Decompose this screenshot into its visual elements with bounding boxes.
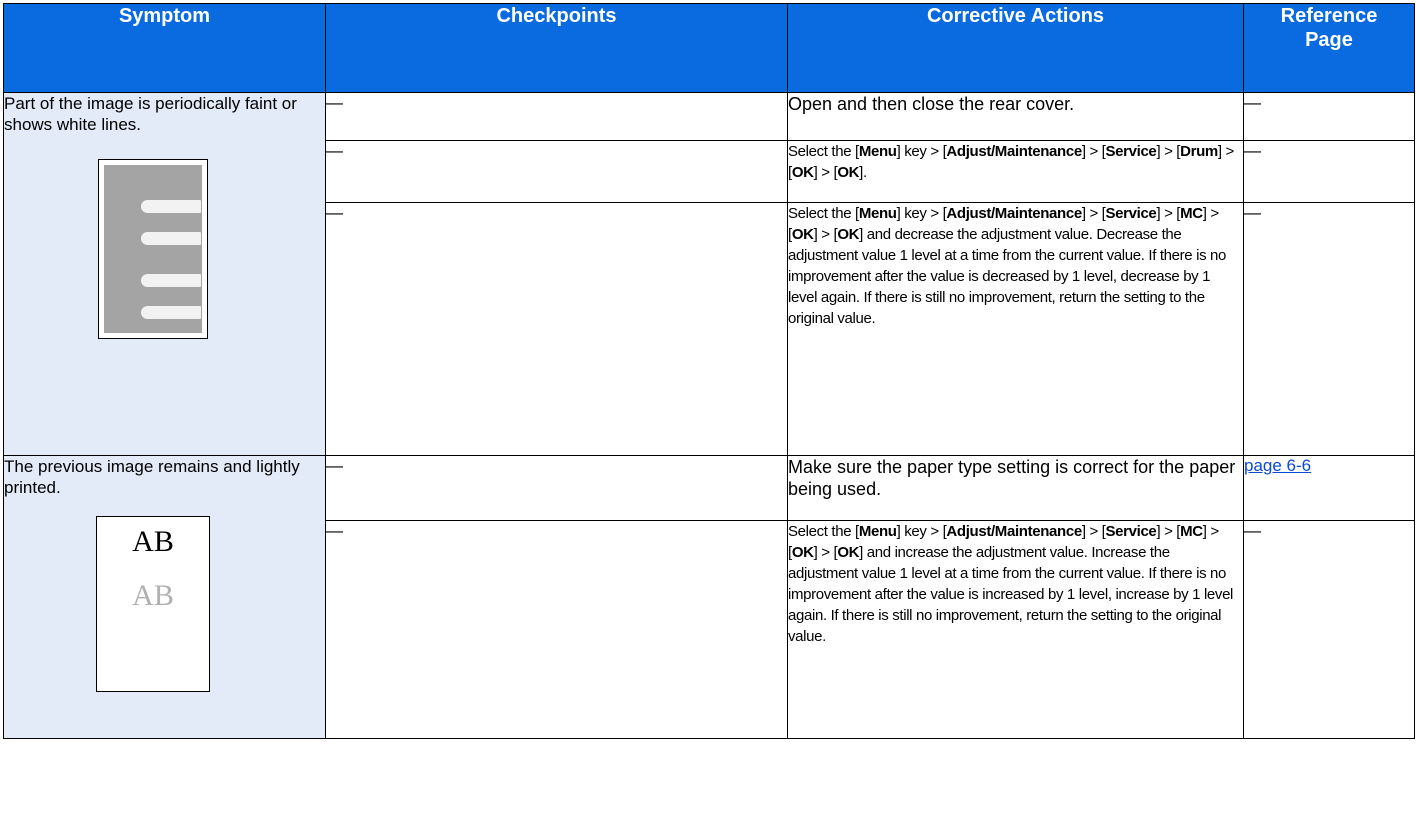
action-text-part: ] > [ [1081, 523, 1106, 540]
service-label: Service [1105, 523, 1157, 540]
action-text-part: ] > [ [1081, 143, 1106, 160]
action-cell: Select the [Menu] key > [Adjust/Maintena… [787, 520, 1244, 739]
mc-label: MC [1180, 523, 1203, 540]
menu-key-label: Menu [858, 205, 897, 222]
action-text-part: ] > [ [1156, 523, 1181, 540]
header-row: Symptom Checkpoints Corrective Actions R… [3, 3, 1415, 93]
action-cell: Select the [Menu] key > [Adjust/Maintena… [787, 140, 1244, 203]
drum-label: Drum [1180, 143, 1218, 160]
original-image-text: AB [132, 525, 174, 558]
service-label: Service [1105, 205, 1157, 222]
symptom-text: The previous image remains and lightly p… [4, 457, 300, 497]
table-row: Part of the image is periodically faint … [3, 92, 1415, 456]
checkpoint-cell: — [325, 202, 788, 456]
action-text-part: Select the [ [788, 523, 859, 540]
action-cell: Select the [Menu] key > [Adjust/Maintena… [787, 202, 1244, 456]
service-label: Service [1105, 143, 1157, 160]
action-text-part: ] > [ [1156, 143, 1181, 160]
action-text: Select the [Menu] key > [Adjust/Maintena… [788, 141, 1243, 183]
faint-lines-illustration [98, 159, 208, 339]
reference-cell: — [1243, 140, 1415, 203]
action-text: Make sure the paper type setting is corr… [788, 457, 1236, 499]
troubleshooting-table: Symptom Checkpoints Corrective Actions R… [3, 3, 1415, 739]
symptom-cell: Part of the image is periodically faint … [3, 92, 326, 456]
action-text-part: ] key > [ [896, 143, 947, 160]
reference-cell: page 6-6 [1243, 455, 1415, 521]
action-text-part: ] > [ [813, 164, 838, 181]
mc-label: MC [1180, 205, 1203, 222]
reference-cell: — [1243, 92, 1415, 141]
action-text: Select the [Menu] key > [Adjust/Maintena… [788, 203, 1243, 329]
action-text-part: ] key > [ [896, 205, 947, 222]
action-cell: Open and then close the rear cover. [787, 92, 1244, 141]
reference-cell: — [1243, 520, 1415, 739]
white-line-streak [141, 274, 201, 287]
ghost-image-illustration: AB AB [96, 516, 210, 692]
header-reference-line1: Reference [1280, 5, 1378, 27]
header-symptom: Symptom [3, 3, 326, 93]
header-corrective-actions: Corrective Actions [787, 3, 1244, 93]
ok-label: OK [837, 226, 860, 243]
reference-page-link[interactable]: page 6-6 [1244, 456, 1311, 475]
action-text-part: ] > [ [1081, 205, 1106, 222]
action-text-part: ] > [ [813, 226, 838, 243]
action-text-part: Select the [ [788, 143, 859, 160]
ok-label: OK [791, 164, 814, 181]
checkpoint-cell: — [325, 140, 788, 203]
ghost-image-text: AB [132, 579, 174, 612]
action-text-part: ] > [ [1156, 205, 1181, 222]
white-line-streak [141, 306, 201, 319]
symptom-text: Part of the image is periodically faint … [4, 94, 297, 134]
checkpoint-cell: — [325, 92, 788, 141]
action-text-part: Select the [ [788, 205, 859, 222]
ok-label: OK [791, 226, 814, 243]
action-text-part: ]. [859, 164, 867, 181]
symptom-cell: The previous image remains and lightly p… [3, 455, 326, 739]
header-reference-page: Reference Page [1243, 3, 1415, 93]
checkpoint-cell: — [325, 455, 788, 521]
action-text: Select the [Menu] key > [Adjust/Maintena… [788, 521, 1243, 647]
action-text-part: ] > [ [813, 544, 838, 561]
ok-label: OK [791, 544, 814, 561]
table-row: The previous image remains and lightly p… [3, 455, 1415, 739]
action-text: Open and then close the rear cover. [788, 94, 1075, 114]
ok-label: OK [837, 164, 860, 181]
adjust-maintenance-label: Adjust/Maintenance [946, 523, 1082, 540]
action-cell: Make sure the paper type setting is corr… [787, 455, 1244, 521]
reference-cell: — [1243, 202, 1415, 456]
menu-key-label: Menu [858, 143, 897, 160]
adjust-maintenance-label: Adjust/Maintenance [946, 143, 1082, 160]
header-reference-line2: Page [1305, 29, 1353, 51]
menu-key-label: Menu [858, 523, 897, 540]
adjust-maintenance-label: Adjust/Maintenance [946, 205, 1082, 222]
white-line-streak [141, 200, 201, 213]
checkpoint-cell: — [325, 520, 788, 739]
action-text-part: ] key > [ [896, 523, 947, 540]
header-checkpoints: Checkpoints [325, 3, 788, 93]
ok-label: OK [837, 544, 860, 561]
white-line-streak [141, 232, 201, 245]
